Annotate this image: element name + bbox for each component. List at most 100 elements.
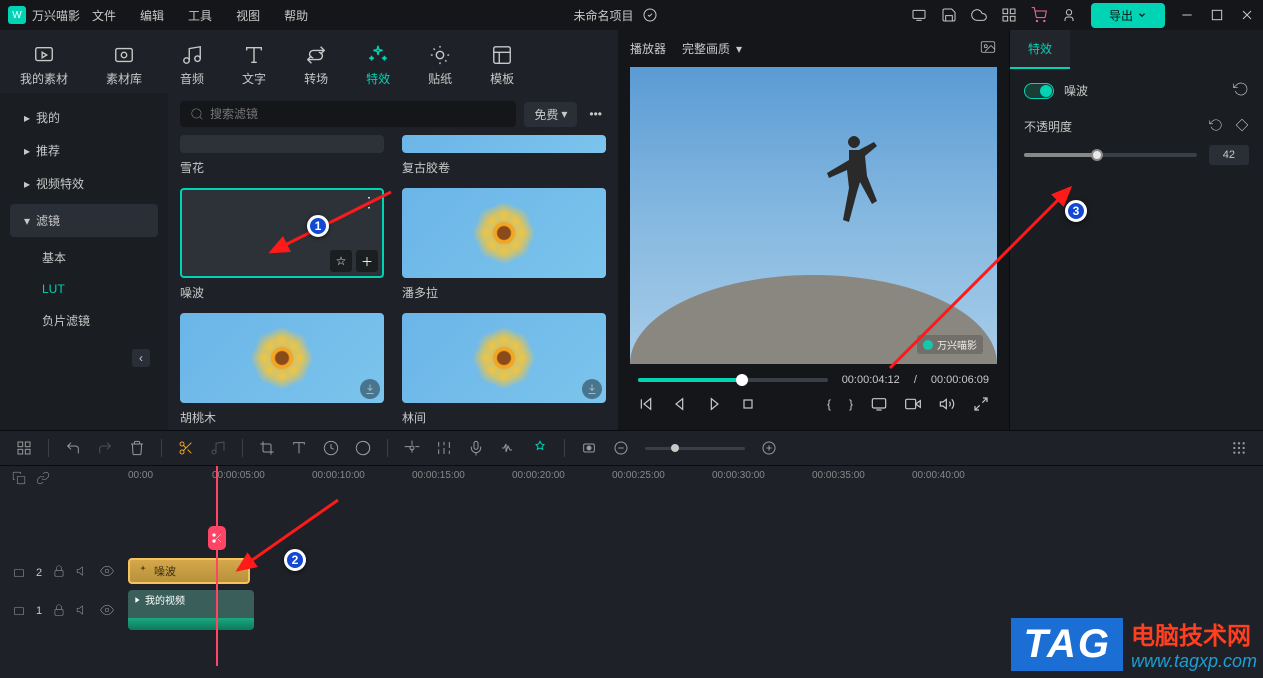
tl-layout-icon[interactable] — [16, 440, 32, 456]
opacity-slider[interactable] — [1024, 153, 1197, 157]
tl-zoom-in-icon[interactable] — [761, 440, 777, 456]
play-button[interactable] — [706, 396, 722, 412]
track-visible-icon[interactable] — [100, 603, 114, 620]
tab-effects[interactable]: 特效 — [358, 38, 398, 93]
menu-help[interactable]: 帮助 — [272, 7, 320, 24]
tl-adjust-icon[interactable] — [436, 440, 452, 456]
tab-templates[interactable]: 模板 — [482, 38, 522, 93]
sidebar-sub-lut[interactable]: LUT — [0, 274, 168, 304]
snapshot-icon[interactable] — [979, 38, 997, 59]
sidebar-item-my[interactable]: ▸我的 — [0, 101, 168, 134]
tl-link-icon[interactable] — [36, 471, 50, 488]
cloud-icon[interactable] — [971, 7, 987, 23]
minimize-icon[interactable] — [1179, 7, 1195, 23]
tl-dup-icon[interactable] — [12, 471, 26, 488]
tab-transitions[interactable]: 转场 — [296, 38, 336, 93]
zoom-slider[interactable] — [645, 447, 745, 450]
tl-grid-icon[interactable] — [1231, 440, 1247, 456]
stop-button[interactable] — [740, 396, 756, 412]
tl-undo-icon[interactable] — [65, 440, 81, 456]
tl-redo-icon[interactable] — [97, 440, 113, 456]
free-filter-button[interactable]: 免费▾ — [524, 102, 577, 127]
reset-effect-icon[interactable] — [1233, 81, 1249, 100]
sync-icon[interactable] — [642, 7, 658, 23]
track-mute-icon[interactable] — [76, 603, 90, 620]
tl-speed-icon[interactable] — [323, 440, 339, 456]
volume-button[interactable] — [939, 396, 955, 412]
sidebar-item-filters[interactable]: ▾滤镜 — [10, 204, 158, 237]
tab-stickers[interactable]: 贴纸 — [420, 38, 460, 93]
reset-opacity-icon[interactable] — [1209, 118, 1223, 135]
tl-split-icon[interactable] — [178, 440, 194, 456]
tl-record-icon[interactable] — [581, 440, 597, 456]
thumb-forest[interactable] — [402, 313, 606, 403]
thumb-walnut[interactable] — [180, 313, 384, 403]
mark-in-button[interactable]: { — [827, 397, 831, 411]
device-icon[interactable] — [911, 7, 927, 23]
tl-effects2-icon[interactable] — [404, 440, 420, 456]
menu-edit[interactable]: 编辑 — [128, 7, 176, 24]
tl-audio-icon[interactable] — [500, 440, 516, 456]
close-icon[interactable] — [1239, 7, 1255, 23]
sidebar-sub-basic[interactable]: 基本 — [0, 241, 168, 274]
tl-color-icon[interactable] — [355, 440, 371, 456]
tl-text-icon[interactable] — [210, 440, 226, 456]
preview-screen[interactable]: 万兴喵影 — [630, 67, 997, 364]
download-icon[interactable] — [360, 379, 380, 399]
save-icon[interactable] — [941, 7, 957, 23]
export-button[interactable]: 导出 — [1091, 3, 1165, 28]
tab-audio[interactable]: 音频 — [172, 38, 212, 93]
tl-delete-icon[interactable] — [129, 440, 145, 456]
effect-toggle[interactable] — [1024, 83, 1054, 99]
fullscreen-button[interactable] — [973, 396, 989, 412]
menu-view[interactable]: 视图 — [224, 7, 272, 24]
download-icon[interactable] — [582, 379, 602, 399]
menu-tools[interactable]: 工具 — [176, 7, 224, 24]
user-icon[interactable] — [1061, 7, 1077, 23]
track-lock-icon[interactable] — [52, 564, 66, 581]
thumb-menu-icon[interactable]: ⋮ — [362, 194, 376, 211]
clip-effect-noise[interactable]: 噪波 — [128, 558, 250, 584]
tl-text2-icon[interactable] — [291, 440, 307, 456]
track-visible-icon[interactable] — [100, 564, 114, 581]
keyframe-icon[interactable] — [1235, 118, 1249, 135]
progress-bar[interactable] — [638, 378, 828, 382]
thumb-retro[interactable] — [402, 135, 606, 153]
sidebar-sub-negative[interactable]: 负片滤镜 — [0, 304, 168, 337]
tl-magnet-icon[interactable] — [532, 440, 548, 456]
track-mute-icon[interactable] — [76, 564, 90, 581]
tab-text[interactable]: 文字 — [234, 38, 274, 93]
clip-video-main[interactable]: 我的视频 — [128, 590, 254, 630]
thumb-add-button[interactable]: ＋ — [356, 250, 378, 272]
menu-file[interactable]: 文件 — [80, 7, 128, 24]
props-tab-effects[interactable]: 特效 — [1010, 30, 1070, 69]
play-back-button[interactable] — [672, 396, 688, 412]
thumb-noise[interactable]: ⋮ ☆ ＋ — [180, 188, 384, 278]
thumb-snow[interactable] — [180, 135, 384, 153]
prev-frame-button[interactable] — [638, 396, 654, 412]
maximize-icon[interactable] — [1209, 7, 1225, 23]
apps-icon[interactable] — [1001, 7, 1017, 23]
tl-zoom-out-icon[interactable] — [613, 440, 629, 456]
cart-icon[interactable] — [1031, 7, 1047, 23]
quality-select[interactable]: 完整画质▾ — [682, 40, 742, 57]
display-button[interactable] — [871, 396, 887, 412]
thumb-pandora[interactable] — [402, 188, 606, 278]
tab-my-media[interactable]: 我的素材 — [12, 38, 76, 93]
opacity-value[interactable]: 42 — [1209, 145, 1249, 165]
sidebar-item-video-fx[interactable]: ▸视频特效 — [0, 167, 168, 200]
tl-mic-icon[interactable] — [468, 440, 484, 456]
effects-sidebar: ▸我的 ▸推荐 ▸视频特效 ▾滤镜 基本 LUT 负片滤镜 ‹ — [0, 93, 168, 430]
track-lock-icon[interactable] — [52, 603, 66, 620]
mark-out-button[interactable]: } — [849, 397, 853, 411]
search-input[interactable] — [210, 107, 506, 121]
sidebar-collapse-button[interactable]: ‹ — [132, 349, 150, 367]
thumb-favorite-button[interactable]: ☆ — [330, 250, 352, 272]
camera-button[interactable] — [905, 396, 921, 412]
playhead[interactable] — [216, 466, 218, 666]
timeline-ruler[interactable]: 00:00 00:00:05:00 00:00:10:00 00:00:15:0… — [128, 466, 1263, 492]
tab-stock[interactable]: 素材库 — [98, 38, 150, 93]
sidebar-item-recommend[interactable]: ▸推荐 — [0, 134, 168, 167]
tl-crop-icon[interactable] — [259, 440, 275, 456]
more-button[interactable]: ••• — [585, 103, 606, 125]
